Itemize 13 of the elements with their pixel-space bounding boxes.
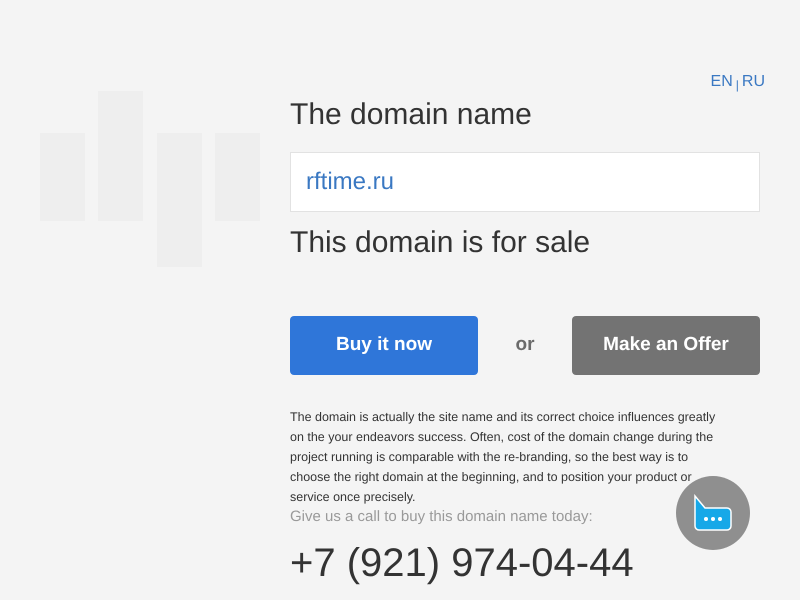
language-divider: |: [736, 77, 739, 94]
sale-text: This domain is for sale: [290, 225, 592, 261]
domain-field[interactable]: rftime.ru: [290, 152, 760, 212]
call-text: Give us a call to buy this domain name today:: [290, 507, 593, 527]
language-link[interactable]: RU: [742, 70, 765, 94]
chat-bubble-icon: [693, 494, 733, 532]
heading: The domain name: [290, 97, 533, 133]
or-label: or: [516, 333, 534, 358]
description-paragraph: The domain is actually the site name and its correct choice influences greatly on the your endeavors success. Often, cost of the domain change during the project running is comparable with the re-branding, so the best way is to choose the right domain at the beginning, and to position your product or service once precisely.: [290, 409, 716, 506]
buy-button[interactable]: Buy it now: [290, 316, 478, 375]
language-link[interactable]: EN: [710, 70, 733, 94]
phone-number: +7 (921) 974-04-44: [290, 540, 635, 587]
offer-button[interactable]: Make an Offer: [572, 316, 760, 375]
